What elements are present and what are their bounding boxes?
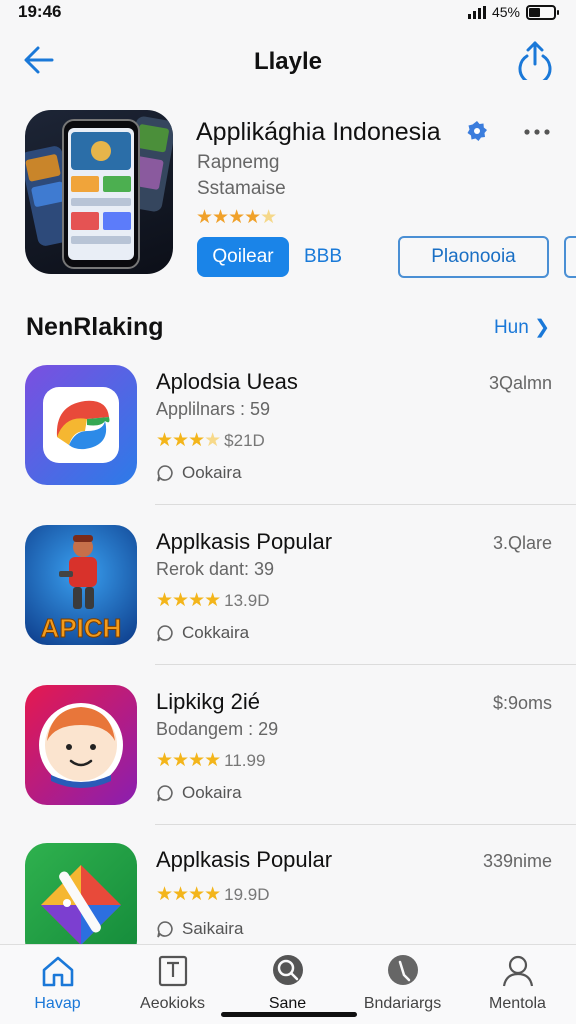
app-rating: ★★★★ 11.99 [156,749,265,772]
divider [155,664,576,665]
rating-stars: ★★★★ [156,430,221,451]
get-button[interactable]: Qoilear [197,237,289,277]
app-developer: Rapnemg [197,152,280,173]
swirl-app-icon [25,365,137,485]
app-category-row: Ookaira [156,783,242,803]
tab-label: Havap [34,995,81,1012]
phone-screens-icon [25,116,173,269]
home-icon [42,956,74,987]
face-app-icon [25,685,137,805]
app-category-row: Saikaira [156,919,243,939]
chat-bubble-icon [157,625,173,642]
app-name: Aplodsia Ueas [156,369,298,394]
status-time: 19:46 [18,2,62,21]
category-label: Cokkaira [182,623,250,642]
price-label[interactable]: BBB [304,246,342,268]
section-title: NenRlaking [26,313,164,341]
see-all-link[interactable]: Hun ❯ [494,316,550,339]
tab-label: Bndariargs [363,995,442,1012]
app-subtitle: Rerok dant: 39 [156,559,275,579]
verified-icon [467,121,487,141]
tab-label: Mentola [489,995,546,1012]
app-size: 3.Qlare [492,533,552,553]
app-list-item[interactable]: APICH Applkasis Popular 3.Qlare Rerok da… [0,515,576,665]
tab-updates[interactable]: Bndariargs [345,945,460,1024]
share-button[interactable] [516,40,554,86]
category-label: Ookaira [182,463,242,482]
chat-bubble-icon [157,785,173,802]
app-rating: ★★★★ 19.9D [156,883,270,906]
app-name: Applkasis Popular [156,847,333,872]
app-category-row: Cokkaira [156,623,249,643]
game-character-app-icon: APICH [25,525,137,645]
chat-bubble-icon [157,465,173,482]
rating-text: 19.9D [224,884,270,904]
chevron-right-icon: ❯ [534,317,550,338]
person-icon [502,955,534,987]
chat-bubble-icon [157,921,173,938]
category-label: Saikaira [182,919,244,938]
app-title: Applikághia Indonesia [196,118,441,146]
rating-stars: ★★★★ [156,884,221,905]
app-subtitle: Bodangem : 29 [156,719,279,739]
battery-icon [526,4,559,20]
more-options-icon[interactable] [522,122,552,142]
nav-bar: Llayle [0,30,576,94]
tab-profile[interactable]: Mentola [460,945,575,1024]
divider [155,504,576,505]
rating-stars: ★★★★ [156,750,221,771]
status-bar: 19:46 45% [0,0,576,26]
app-name: Applkasis Popular [156,529,333,554]
app-rating-stars: ★★★★★ [196,207,277,228]
search-icon [273,955,303,985]
see-all-label: Hun [493,317,529,338]
secondary-button[interactable]: Plaonooia [398,236,549,278]
rating-stars: ★★★★ [156,590,221,611]
app-header: Applikághia Indonesia Rapnemg Sstamaise … [0,110,576,290]
status-indicators: 45% [467,4,559,20]
battery-label: 45% [491,4,520,20]
signal-icon [467,5,486,19]
app-category: Sstamaise [197,178,286,199]
category-label: Ookaira [182,783,242,802]
app-hero-icon[interactable] [25,110,173,274]
tab-home[interactable]: Havap [0,945,115,1024]
apich-logo-text: APICH [41,613,122,643]
app-size: 3Qalmn [488,373,552,393]
tab-label: Sane [268,995,307,1012]
app-name: Lipkikg 2ié [156,689,260,714]
app-rating: ★★★★ $21D [156,429,265,452]
share-icon [518,41,552,86]
app-subtitle: Applilnars : 59 [156,399,271,419]
page-title: Llayle [253,48,323,75]
app-category-row: Ookaira [156,463,242,483]
app-rating: ★★★★ 13.9D [156,589,270,612]
home-indicator[interactable] [221,1012,357,1017]
rating-text: $21D [224,430,265,450]
tab-apps[interactable]: Aeokioks [115,945,230,1024]
rating-text: 13.9D [224,590,270,610]
search-icon [388,955,418,985]
divider [155,824,576,825]
tab-label: Aeokioks [140,995,205,1012]
book-icon [158,955,188,987]
app-size: $:9oms [492,693,552,713]
app-list-item[interactable]: Lipkikg 2ié $:9oms Bodangem : 29 ★★★★ 11… [0,675,576,825]
partial-button[interactable] [564,236,576,278]
app-list-item[interactable]: Aplodsia Ueas 3Qalmn Applilnars : 59 ★★★… [0,355,576,505]
app-size: 339nime [482,851,552,871]
rating-text: 11.99 [224,750,266,770]
